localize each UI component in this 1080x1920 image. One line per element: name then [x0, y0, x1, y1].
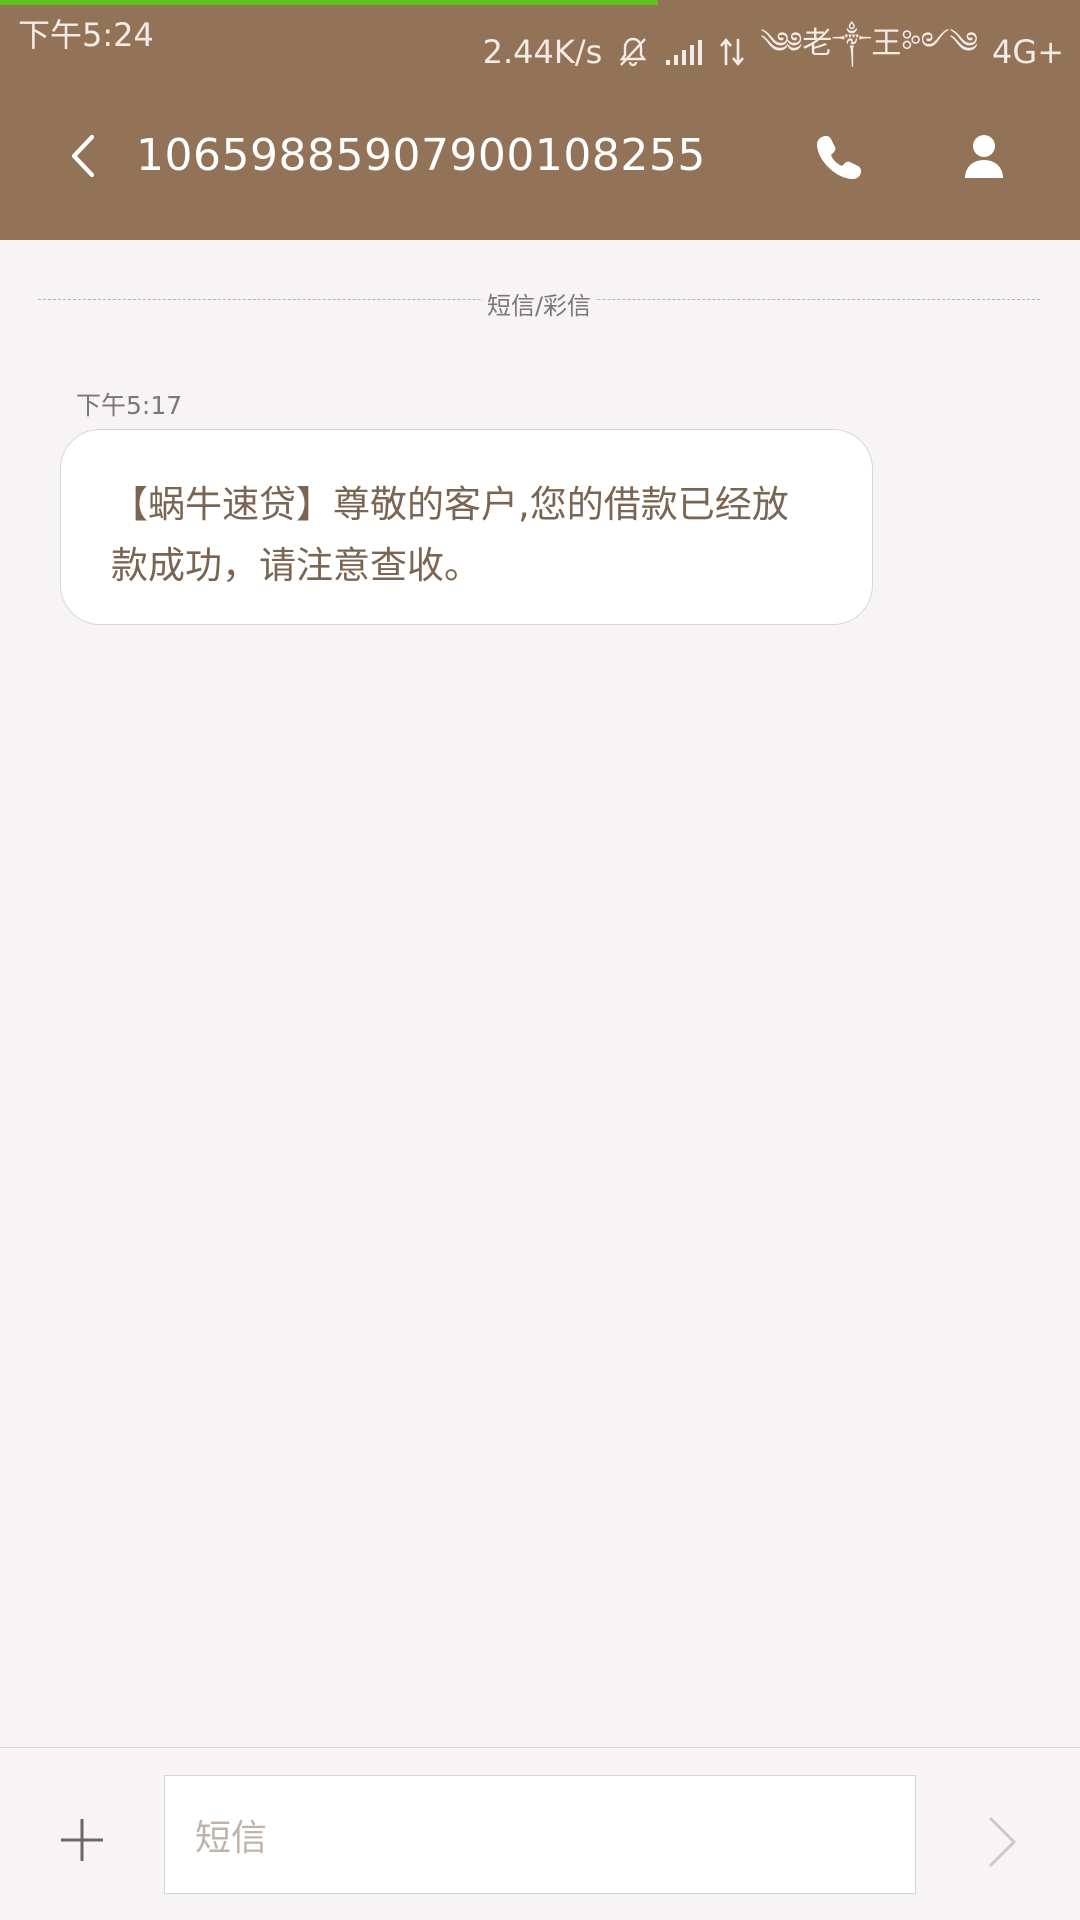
chevron-right-icon[interactable]	[984, 1814, 1020, 1870]
message-input[interactable]: 短信	[164, 1775, 916, 1894]
call-button[interactable]	[812, 128, 868, 184]
person-icon	[965, 135, 1003, 178]
phone-icon	[817, 136, 861, 179]
composer-bar: 短信	[0, 1747, 1080, 1920]
signal-icon	[664, 37, 704, 67]
divider-label: 短信/彩信	[482, 286, 596, 321]
data-arrows-icon	[718, 37, 746, 67]
header: 下午5:24 2.44K/s ༄༅老༒王༻༄ 4G+ 1065988590790…	[0, 0, 1080, 240]
chevron-left-icon	[71, 134, 95, 178]
status-bar: 下午5:24 2.44K/s ༄༅老༒王༻༄ 4G+	[0, 0, 1080, 71]
message-input-placeholder: 短信	[195, 1817, 268, 1859]
network-speed: 2.44K/s	[482, 33, 603, 71]
back-button[interactable]	[58, 126, 108, 186]
contact-button[interactable]	[956, 128, 1012, 184]
carrier-name: ༄༅老༒王༻༄	[760, 26, 979, 61]
conversation-title: 10659885907900108255	[136, 130, 706, 181]
message-type-divider: 短信/彩信	[38, 286, 1040, 321]
message-bubble[interactable]: 【蜗牛速贷】尊敬的客户,您的借款已经放款成功，请注意查收。	[60, 429, 873, 625]
status-time: 下午5:24	[18, 16, 154, 54]
status-indicators: 2.44K/s ༄༅老༒王༻༄ 4G+	[483, 10, 1064, 94]
network-type: 4G+	[992, 33, 1064, 71]
sms-conversation-screen: 下午5:24 2.44K/s ༄༅老༒王༻༄ 4G+ 1065988590790…	[0, 0, 1080, 1920]
app-bar: 10659885907900108255	[0, 112, 1080, 202]
message-timestamp: 下午5:17	[76, 391, 183, 420]
bell-muted-icon	[616, 35, 650, 69]
plus-icon[interactable]	[58, 1816, 106, 1864]
